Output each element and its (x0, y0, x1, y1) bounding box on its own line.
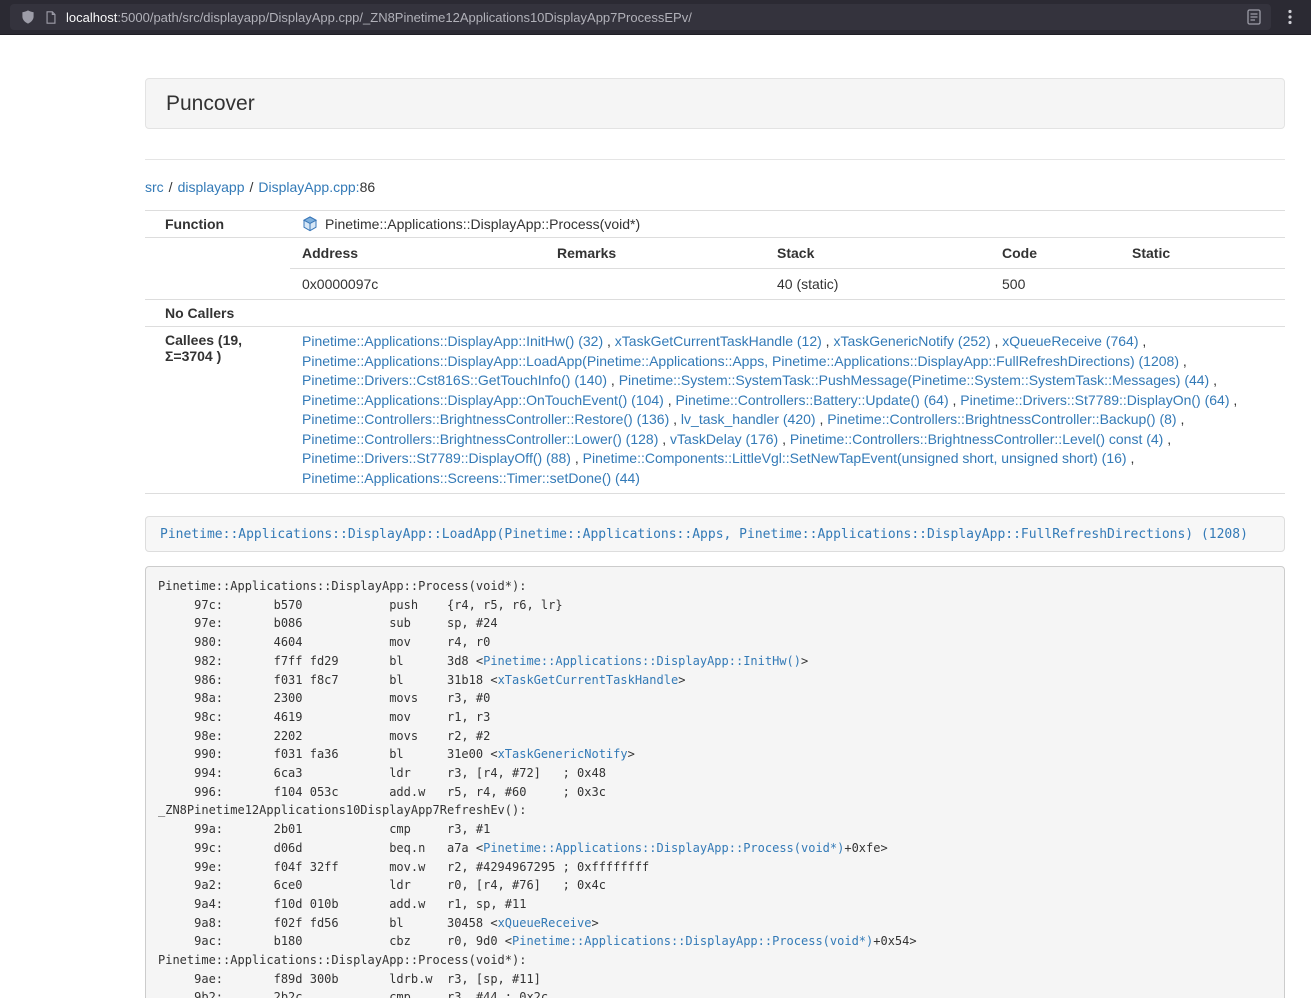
column-header-remarks: Remarks (545, 238, 765, 269)
url-path: :5000/path/src/displayapp/DisplayApp.cpp… (117, 10, 692, 25)
callee-link[interactable]: Pinetime::Applications::DisplayApp::Load… (302, 353, 1179, 369)
breadcrumb-separator: / (169, 179, 173, 195)
code-symbol-link[interactable]: Pinetime::Applications::DisplayApp::Proc… (483, 841, 844, 855)
callee-link[interactable]: Pinetime::Components::LittleVgl::SetNewT… (583, 450, 1127, 466)
breadcrumb: src/displayapp/DisplayApp.cpp:86 (145, 177, 1285, 197)
code-symbol-link[interactable]: Pinetime::Applications::DisplayApp::Init… (483, 654, 801, 668)
no-callers-label: No Callers (145, 300, 290, 327)
reader-mode-icon[interactable] (1247, 9, 1261, 25)
column-header-address: Address (290, 238, 545, 269)
browser-chrome: localhost:5000/path/src/displayapp/Displ… (0, 0, 1311, 35)
menu-kebab-icon[interactable] (1279, 4, 1301, 30)
callee-link[interactable]: Pinetime::Controllers::BrightnessControl… (302, 411, 669, 427)
callee-link[interactable]: xQueueReceive (764) (1002, 333, 1138, 349)
url-bar[interactable]: localhost:5000/path/src/displayapp/Displ… (10, 4, 1271, 30)
column-header-stack: Stack (765, 238, 990, 269)
column-header-static: Static (1120, 238, 1285, 269)
callee-link[interactable]: Pinetime::Drivers::St7789::DisplayOff() … (302, 450, 571, 466)
function-row: Function Pinetime::Applications::Display… (145, 211, 1285, 238)
breadcrumb-line-number: 86 (360, 179, 376, 195)
callees-row: Callees (19, Σ=3704 ) Pinetime::Applicat… (145, 327, 1285, 494)
highlight-symbol-link[interactable]: Pinetime::Applications::DisplayApp::Load… (160, 527, 1248, 542)
callee-link[interactable]: vTaskDelay (176) (670, 431, 778, 447)
static-value (1120, 269, 1285, 300)
callee-link[interactable]: Pinetime::System::SystemTask::PushMessag… (619, 372, 1210, 388)
callee-link[interactable]: Pinetime::Controllers::BrightnessControl… (790, 431, 1163, 447)
callee-link[interactable]: Pinetime::Applications::Screens::Timer::… (302, 470, 640, 486)
callee-link[interactable]: Pinetime::Drivers::St7789::DisplayOn() (… (960, 392, 1229, 408)
disassembly-pre: Pinetime::Applications::DisplayApp::Proc… (145, 566, 1285, 998)
remarks-value (545, 269, 765, 300)
breadcrumb-link-displayapp[interactable]: displayapp (178, 179, 245, 195)
callee-link[interactable]: Pinetime::Applications::DisplayApp::OnTo… (302, 392, 664, 408)
code-size-value: 500 (990, 269, 1120, 300)
callee-link[interactable]: xTaskGetCurrentTaskHandle (12) (615, 333, 822, 349)
column-header-code: Code (990, 238, 1120, 269)
divider (145, 159, 1285, 160)
metrics-row: Address Remarks Stack Code Static 0x0000… (145, 238, 1285, 300)
code-symbol-link[interactable]: xTaskGenericNotify (498, 747, 628, 761)
url-text: localhost:5000/path/src/displayapp/Displ… (66, 10, 1239, 25)
callee-link[interactable]: Pinetime::Controllers::BrightnessControl… (827, 411, 1176, 427)
callee-link[interactable]: Pinetime::Drivers::Cst816S::GetTouchInfo… (302, 372, 607, 388)
function-icon (302, 216, 318, 232)
function-table: Function Pinetime::Applications::Display… (145, 210, 1285, 494)
breadcrumb-link-file[interactable]: DisplayApp.cpp: (258, 179, 359, 195)
address-value: 0x0000097c (290, 269, 545, 300)
page-info-icon[interactable] (44, 10, 58, 25)
function-row-label: Function (145, 211, 290, 238)
no-callers-row: No Callers (145, 300, 1285, 327)
callee-link[interactable]: Pinetime::Controllers::BrightnessControl… (302, 431, 658, 447)
breadcrumb-separator: / (250, 179, 254, 195)
callee-link[interactable]: Pinetime::Controllers::Battery::Update()… (676, 392, 949, 408)
callees-label: Callees (19, Σ=3704 ) (145, 327, 290, 494)
code-symbol-link[interactable]: xTaskGetCurrentTaskHandle (498, 673, 679, 687)
metrics-table: Address Remarks Stack Code Static 0x0000… (290, 238, 1285, 299)
stack-value: 40 (static) (765, 269, 990, 300)
callees-list: Pinetime::Applications::DisplayApp::Init… (290, 327, 1285, 494)
breadcrumb-link-src[interactable]: src (145, 179, 164, 195)
page-title: Puncover (166, 92, 255, 116)
callee-link[interactable]: xTaskGenericNotify (252) (833, 333, 990, 349)
symbol-highlight-panel: Pinetime::Applications::DisplayApp::Load… (145, 516, 1285, 552)
app-title-panel: Puncover (145, 78, 1285, 129)
url-host: localhost (66, 10, 117, 25)
tracking-shield-icon[interactable] (20, 9, 36, 25)
main-content: Puncover src/displayapp/DisplayApp.cpp:8… (145, 78, 1285, 998)
function-name: Pinetime::Applications::DisplayApp::Proc… (325, 216, 640, 232)
code-symbol-link[interactable]: Pinetime::Applications::DisplayApp::Proc… (512, 934, 873, 948)
callee-link[interactable]: lv_task_handler (420) (681, 411, 816, 427)
callee-link[interactable]: Pinetime::Applications::DisplayApp::Init… (302, 333, 603, 349)
code-symbol-link[interactable]: xQueueReceive (498, 916, 592, 930)
